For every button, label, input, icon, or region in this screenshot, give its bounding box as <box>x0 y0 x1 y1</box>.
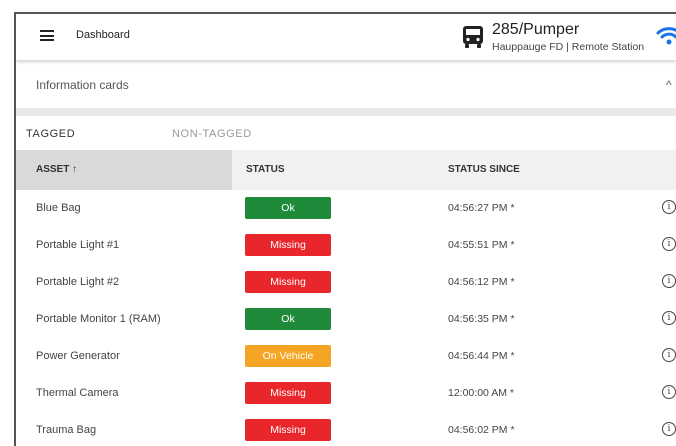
page-title: Dashboard <box>76 29 130 41</box>
info-icon[interactable]: i <box>662 237 676 251</box>
info-icon[interactable]: i <box>662 274 676 288</box>
bus-icon <box>463 26 483 48</box>
tab-non-tagged[interactable]: NON-TAGGED <box>172 128 252 140</box>
status-badge: Ok <box>245 197 331 219</box>
section-divider <box>16 108 676 116</box>
column-header-status-since[interactable]: STATUS SINCE <box>448 164 520 175</box>
menu-icon[interactable] <box>40 30 54 41</box>
status-since: 04:56:44 PM * <box>448 350 515 362</box>
asset-name: Portable Monitor 1 (RAM) <box>36 313 161 325</box>
info-icon[interactable]: i <box>662 422 676 436</box>
table-row[interactable]: Portable Light #1 Missing 04:55:51 PM * … <box>16 227 676 265</box>
chevron-up-icon[interactable]: ^ <box>666 78 672 92</box>
status-badge: Missing <box>245 382 331 404</box>
asset-name: Power Generator <box>36 350 120 362</box>
table-row[interactable]: Portable Light #2 Missing 04:56:12 PM * … <box>16 264 676 302</box>
status-since: 12:00:00 AM * <box>448 387 514 399</box>
information-cards-panel[interactable]: Information cards ^ <box>16 62 676 109</box>
status-since: 04:55:51 PM * <box>448 239 515 251</box>
table-row[interactable]: Power Generator On Vehicle 04:56:44 PM *… <box>16 338 676 376</box>
asset-tabs: TAGGED NON-TAGGED <box>16 116 676 150</box>
asset-name: Portable Light #1 <box>36 239 120 251</box>
status-badge: Missing <box>245 419 331 441</box>
info-icon[interactable]: i <box>662 200 676 214</box>
app-header: Dashboard 285/Pumper Hauppauge FD | Remo… <box>16 14 676 60</box>
table-row[interactable]: Blue Bag Ok 04:56:27 PM * i <box>16 190 676 228</box>
table-header: ASSET ↑ STATUS STATUS SINCE <box>16 150 676 190</box>
info-icon[interactable]: i <box>662 385 676 399</box>
status-badge: Missing <box>245 234 331 256</box>
status-since: 04:56:27 PM * <box>448 202 515 214</box>
asset-name: Trauma Bag <box>36 424 97 436</box>
column-header-asset[interactable]: ASSET ↑ <box>36 164 77 175</box>
asset-name: Thermal Camera <box>36 387 119 399</box>
status-since: 04:56:35 PM * <box>448 313 515 325</box>
status-since: 04:56:02 PM * <box>448 424 515 436</box>
status-since: 04:56:12 PM * <box>448 276 515 288</box>
vehicle-station: Hauppauge FD | Remote Station <box>492 41 645 53</box>
info-icon[interactable]: i <box>662 311 676 325</box>
asset-name: Portable Light #2 <box>36 276 120 288</box>
app-window: Dashboard 285/Pumper Hauppauge FD | Remo… <box>14 12 676 446</box>
table-row[interactable]: Trauma Bag Missing 04:56:02 PM * i <box>16 412 676 446</box>
status-badge: Missing <box>245 271 331 293</box>
status-badge: On Vehicle <box>245 345 331 367</box>
asset-name: Blue Bag <box>36 202 81 214</box>
column-header-status[interactable]: STATUS <box>246 164 285 175</box>
wifi-icon <box>656 27 676 45</box>
status-badge: Ok <box>245 308 331 330</box>
vehicle-name: 285/Pumper <box>492 21 580 38</box>
tab-tagged[interactable]: TAGGED <box>26 128 75 140</box>
info-icon[interactable]: i <box>662 348 676 362</box>
table-row[interactable]: Thermal Camera Missing 12:00:00 AM * i <box>16 375 676 413</box>
information-cards-label: Information cards <box>36 78 129 92</box>
table-row[interactable]: Portable Monitor 1 (RAM) Ok 04:56:35 PM … <box>16 301 676 339</box>
